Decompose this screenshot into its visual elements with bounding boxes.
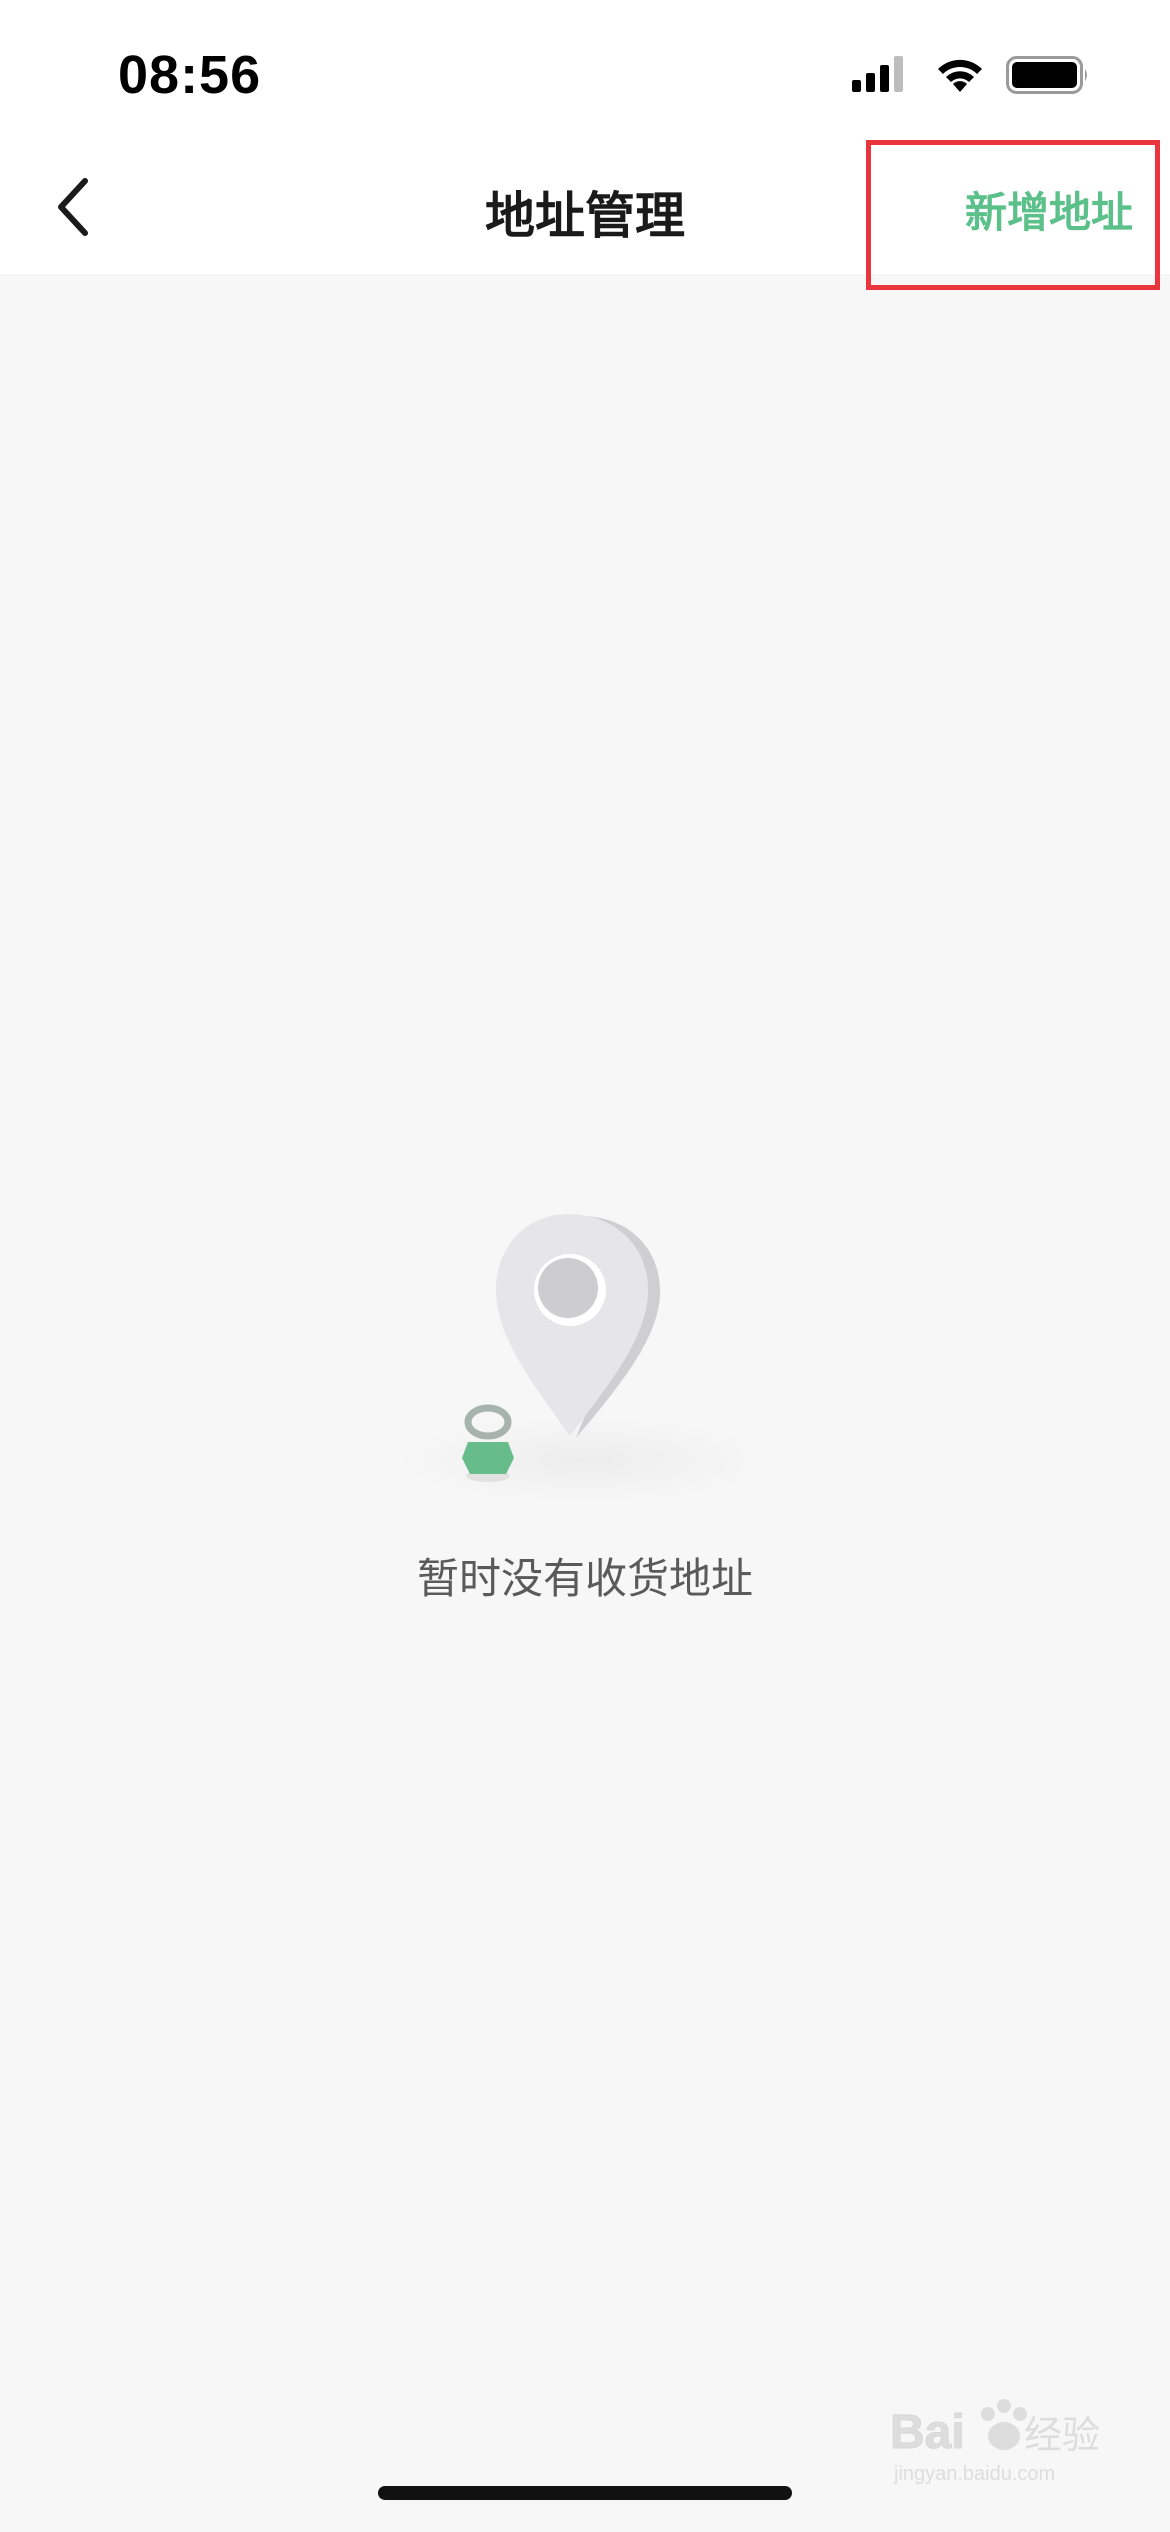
location-pin-icon (395, 1214, 775, 1504)
baidu-jingyan-logo: Bai 经验 jingyan.baidu.com (890, 2399, 1100, 2485)
signal-icon (852, 56, 903, 92)
add-address-button[interactable]: 新增地址 (866, 140, 1160, 290)
wifi-icon (938, 59, 982, 92)
status-time: 08:56 (118, 45, 262, 105)
svg-text:jingyan.baidu.com: jingyan.baidu.com (893, 2463, 1055, 2485)
home-indicator[interactable] (378, 2486, 792, 2500)
address-management-screen: 08:56 地址管理 新增地址 暂时没有收货地址 Bai 经验 jingyan.… (0, 0, 1170, 2532)
navigation-bar: 地址管理 新增地址 (0, 140, 1170, 290)
status-bar: 08:56 (0, 0, 1170, 140)
battery-icon (1006, 56, 1087, 94)
svg-text:经验: 经验 (1024, 2413, 1100, 2457)
svg-text:Bai: Bai (890, 2406, 965, 2459)
empty-state-message: 暂时没有收货地址 (416, 1554, 753, 1603)
add-address-label: 新增地址 (964, 187, 1133, 237)
